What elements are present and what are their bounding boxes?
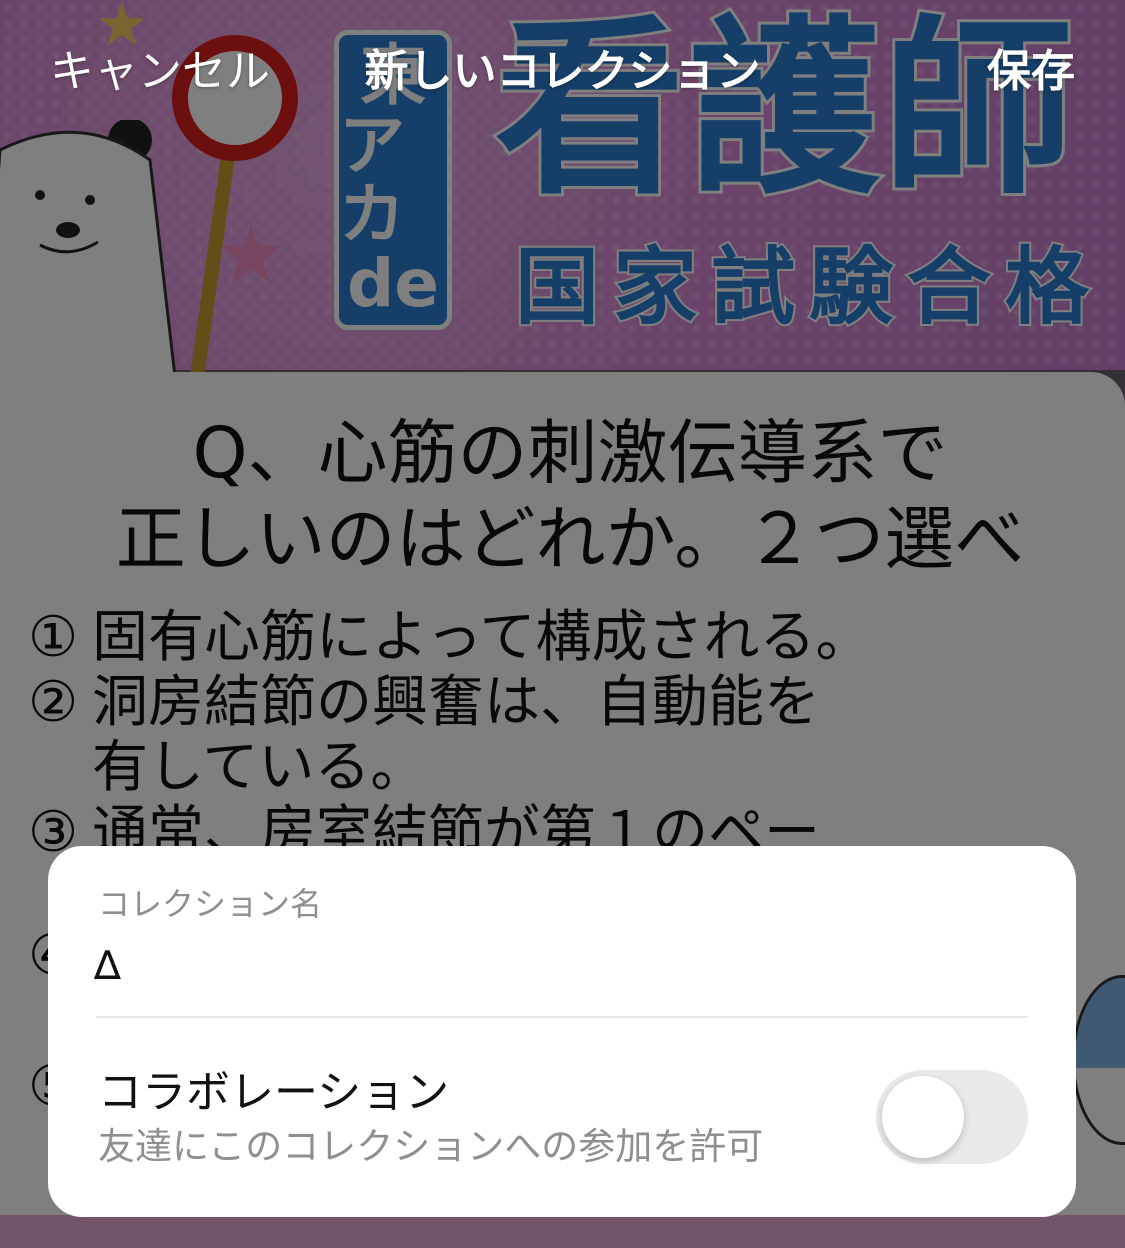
collaboration-toggle[interactable] (876, 1070, 1028, 1164)
collection-name-label: コレクション名 (98, 885, 323, 923)
collaboration-title: コラボレーション (98, 1067, 450, 1118)
cancel-button[interactable]: キャンセル (50, 44, 270, 100)
collection-name-input[interactable] (94, 938, 1024, 994)
new-collection-sheet: コレクション名 コラボレーション 友達にこのコレクションへの参加を許可 (48, 846, 1076, 1217)
nav-bar: キャンセル 新しいコレクション 保存 (0, 0, 1125, 140)
collaboration-subtitle: 友達にこのコレクションへの参加を許可 (98, 1125, 764, 1168)
divider (96, 1016, 1028, 1018)
save-button[interactable]: 保存 (987, 44, 1075, 100)
toggle-knob (882, 1076, 964, 1158)
